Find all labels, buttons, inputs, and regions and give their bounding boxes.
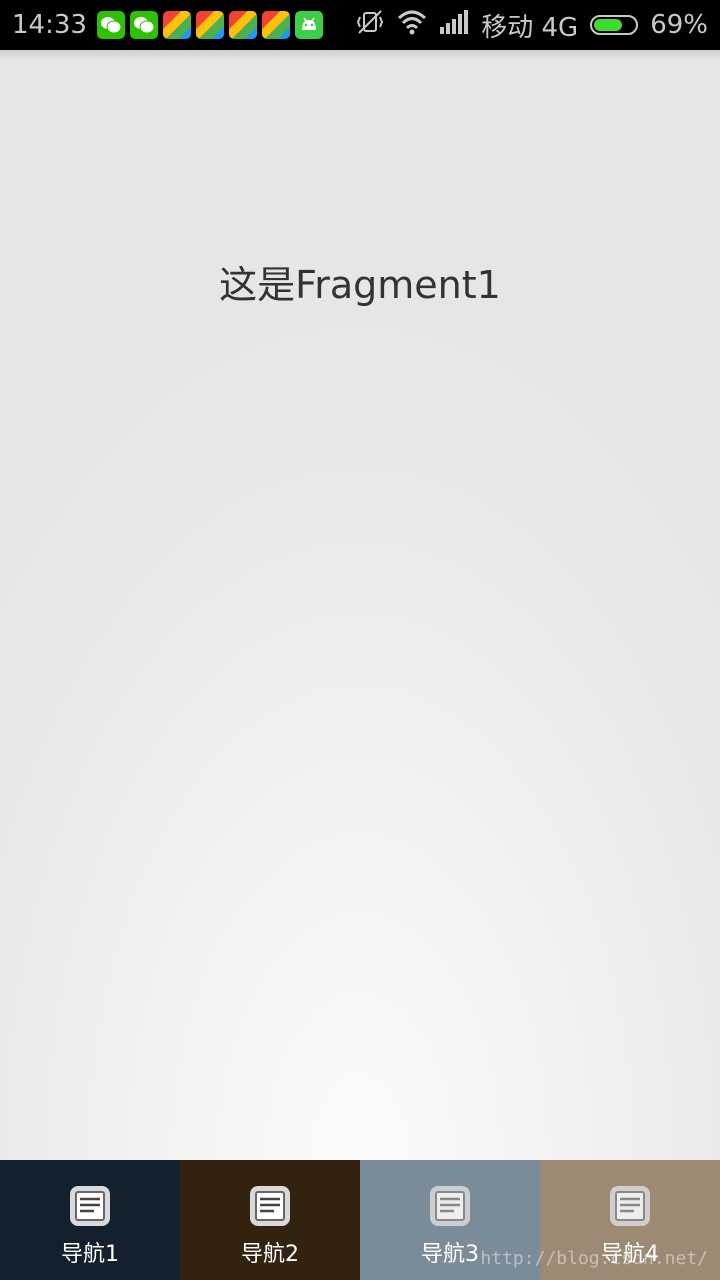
nav-tab-label: 导航1 (61, 1242, 119, 1267)
battery-icon (590, 15, 639, 35)
app-icon (162, 11, 191, 39)
document-icon (248, 1184, 292, 1228)
watermark-text: http://blog.csdn.net/ (480, 1248, 708, 1269)
document-icon (428, 1184, 472, 1228)
wechat-icon (129, 11, 158, 39)
fragment-content-text: 这是Fragment1 (219, 263, 501, 307)
app-icon (261, 11, 290, 39)
nav-tab-2[interactable]: 导航2 (180, 1160, 360, 1280)
app-icon (195, 11, 224, 39)
battery-percent: 69% (650, 10, 708, 40)
status-bar: 14:33 移动 4G 69% (0, 0, 720, 50)
app-screen: 14:33 移动 4G 69% 这是Fragment1 导航1 导航2 导航3 … (0, 0, 720, 1280)
document-icon (608, 1184, 652, 1228)
battery-fill (594, 19, 622, 31)
nav-tab-label: 导航3 (421, 1242, 479, 1267)
wechat-icon (96, 11, 125, 39)
nav-tab-1[interactable]: 导航1 (0, 1160, 180, 1280)
app-icon (228, 11, 257, 39)
nav-tab-label: 导航2 (241, 1242, 299, 1267)
document-icon (68, 1184, 112, 1228)
status-right: 移动 4G 69% (343, 7, 720, 44)
status-time: 14:33 (12, 10, 87, 40)
wifi-icon (397, 9, 427, 42)
signal-icon (439, 9, 469, 42)
android-icon (294, 11, 323, 39)
status-bar-shadow (0, 50, 720, 60)
vibrate-off-icon (355, 7, 385, 44)
status-left: 14:33 (0, 10, 328, 40)
carrier-label: 移动 4G (481, 12, 579, 43)
